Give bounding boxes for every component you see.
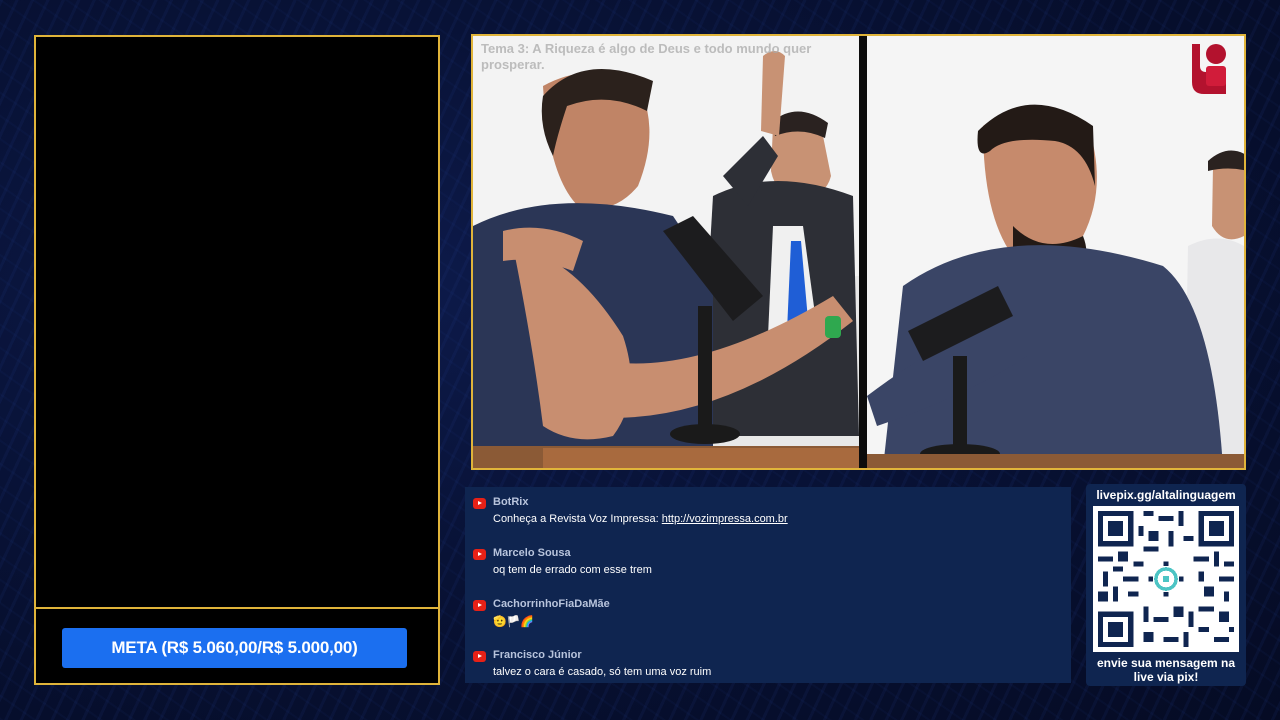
chat-author: Francisco Júnior — [493, 649, 582, 661]
pix-call-to-action: envie sua mensagem na live via pix! — [1096, 656, 1236, 684]
chat-text: 🫡🏳️🌈 — [493, 616, 535, 628]
chat-author: CachorrinhoFiaDaMãe — [493, 598, 610, 610]
topic-caption: Tema 3: A Riqueza é algo de Deus e todo … — [481, 41, 812, 72]
youtube-icon — [473, 600, 486, 611]
chat-link[interactable]: http://vozimpressa.com.br — [662, 513, 788, 525]
chat-text-prefix: Conheça a Revista Voz Impressa: — [493, 513, 662, 525]
video-scene — [473, 36, 1244, 468]
chat-author: Marcelo Sousa — [493, 547, 571, 559]
panel-divider — [36, 607, 438, 609]
chat-text: oq tem de errado com esse trem — [493, 564, 652, 576]
speaker-logo-icon — [1186, 40, 1236, 94]
pix-panel: livepix.gg/altalinguagem envie sua mensa… — [1086, 484, 1246, 686]
pix-url: livepix.gg/altalinguagem — [1096, 488, 1236, 502]
donation-goal-bar: META (R$ 5.060,00/R$ 5.000,00) — [62, 628, 407, 668]
youtube-icon — [473, 651, 486, 662]
qr-code-icon[interactable] — [1093, 506, 1239, 652]
chat-text: talvez o cara é casado, só tem uma voz r… — [493, 666, 712, 678]
chat-author: BotRix — [493, 496, 529, 508]
live-chat[interactable]: BotRix Conheça a Revista Voz Impressa: h… — [465, 487, 1071, 683]
chat-text: Conheça a Revista Voz Impressa: http://v… — [493, 513, 788, 525]
webcam-panel — [34, 35, 440, 685]
youtube-icon — [473, 498, 486, 509]
video-frame[interactable]: Tema 3: A Riqueza é algo de Deus e todo … — [471, 34, 1246, 470]
youtube-icon — [473, 549, 486, 560]
